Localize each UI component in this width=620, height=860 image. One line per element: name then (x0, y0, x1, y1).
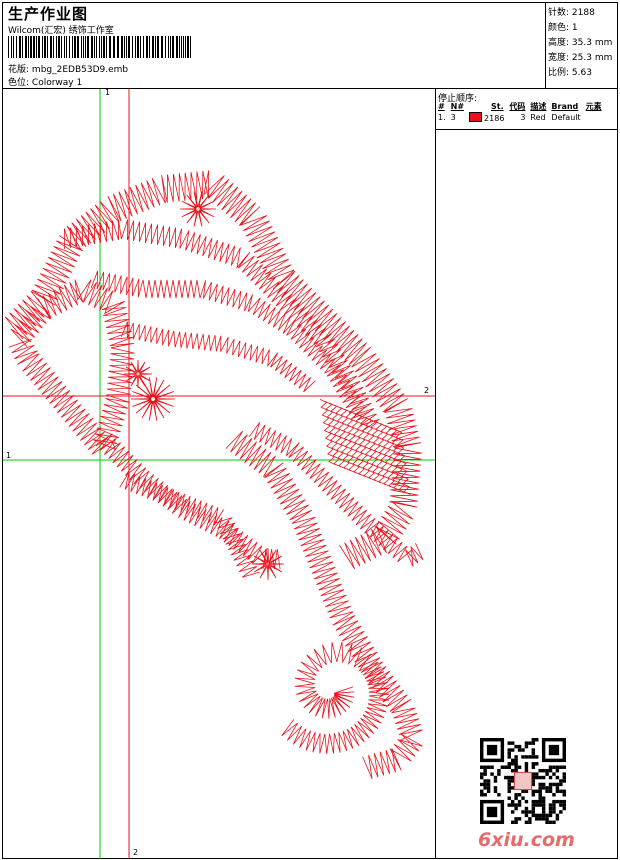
stitch-artwork (4, 170, 424, 780)
colorway-value: Colorway 1 (31, 78, 83, 88)
row-num: 1. (438, 113, 446, 122)
row-stitches: 2186 (484, 114, 505, 123)
axis-label-v1: 1 (105, 88, 111, 97)
row-element (586, 112, 607, 123)
col-num: # (438, 102, 445, 111)
page-title: 生产作业图 (8, 5, 89, 23)
row-stitches-cell: 2186 (469, 112, 509, 123)
stat-scale: 比例: 5.63 (548, 68, 592, 78)
col-brand: Brand (551, 102, 579, 111)
row-desc: Red (530, 113, 546, 122)
design-label: 花版: (8, 65, 30, 75)
axis-label-h2: 2 (424, 386, 430, 395)
table-row: 1. 3 2186 3 Red Default (438, 112, 607, 123)
design-line: 花版: mbg_2EDB53D9.emb (8, 62, 128, 75)
col-desc: 描述 (530, 102, 547, 111)
qr-center-seal-icon (513, 771, 533, 791)
stop-sequence-table: # N# St. 代码 描述 Brand 元素 1. 3 2186 3 Red … (438, 101, 607, 123)
stat-colors: 颜色: 1 (548, 23, 578, 33)
embroidery-canvas (3, 89, 435, 859)
col-code: 代码 (509, 102, 526, 111)
qr-code (480, 738, 566, 824)
design-stats: 针数: 2188 颜色: 1 高度: 35.3 mm 宽度: 25.3 mm 比… (548, 6, 612, 81)
row-brand: Default (551, 113, 581, 122)
colorway-label: 色位: (8, 78, 30, 88)
stat-width: 宽度: 25.3 mm (548, 53, 613, 63)
axis-label-h1: 1 (6, 451, 12, 460)
watermark-logo: 6xiu.com (478, 829, 575, 851)
col-needle: N# (450, 102, 465, 111)
studio-subtitle: Wilcom(汇宏) 绣饰工作室 (8, 26, 114, 36)
design-filename: mbg_2EDB53D9.emb (31, 65, 129, 75)
col-element: 元素 (585, 102, 602, 111)
row-needle: 3 (450, 113, 456, 122)
stat-height: 高度: 35.3 mm (548, 38, 613, 48)
table-header-row: # N# St. 代码 描述 Brand 元素 (438, 101, 607, 112)
row-code: 3 (520, 113, 526, 122)
color-swatch (469, 112, 483, 122)
axis-label-v2: 2 (133, 848, 139, 857)
col-stitches: St. (491, 102, 504, 111)
colorway-line: 色位: Colorway 1 (8, 75, 82, 88)
barcode (8, 36, 191, 58)
stat-stitches: 针数: 2188 (548, 8, 595, 18)
